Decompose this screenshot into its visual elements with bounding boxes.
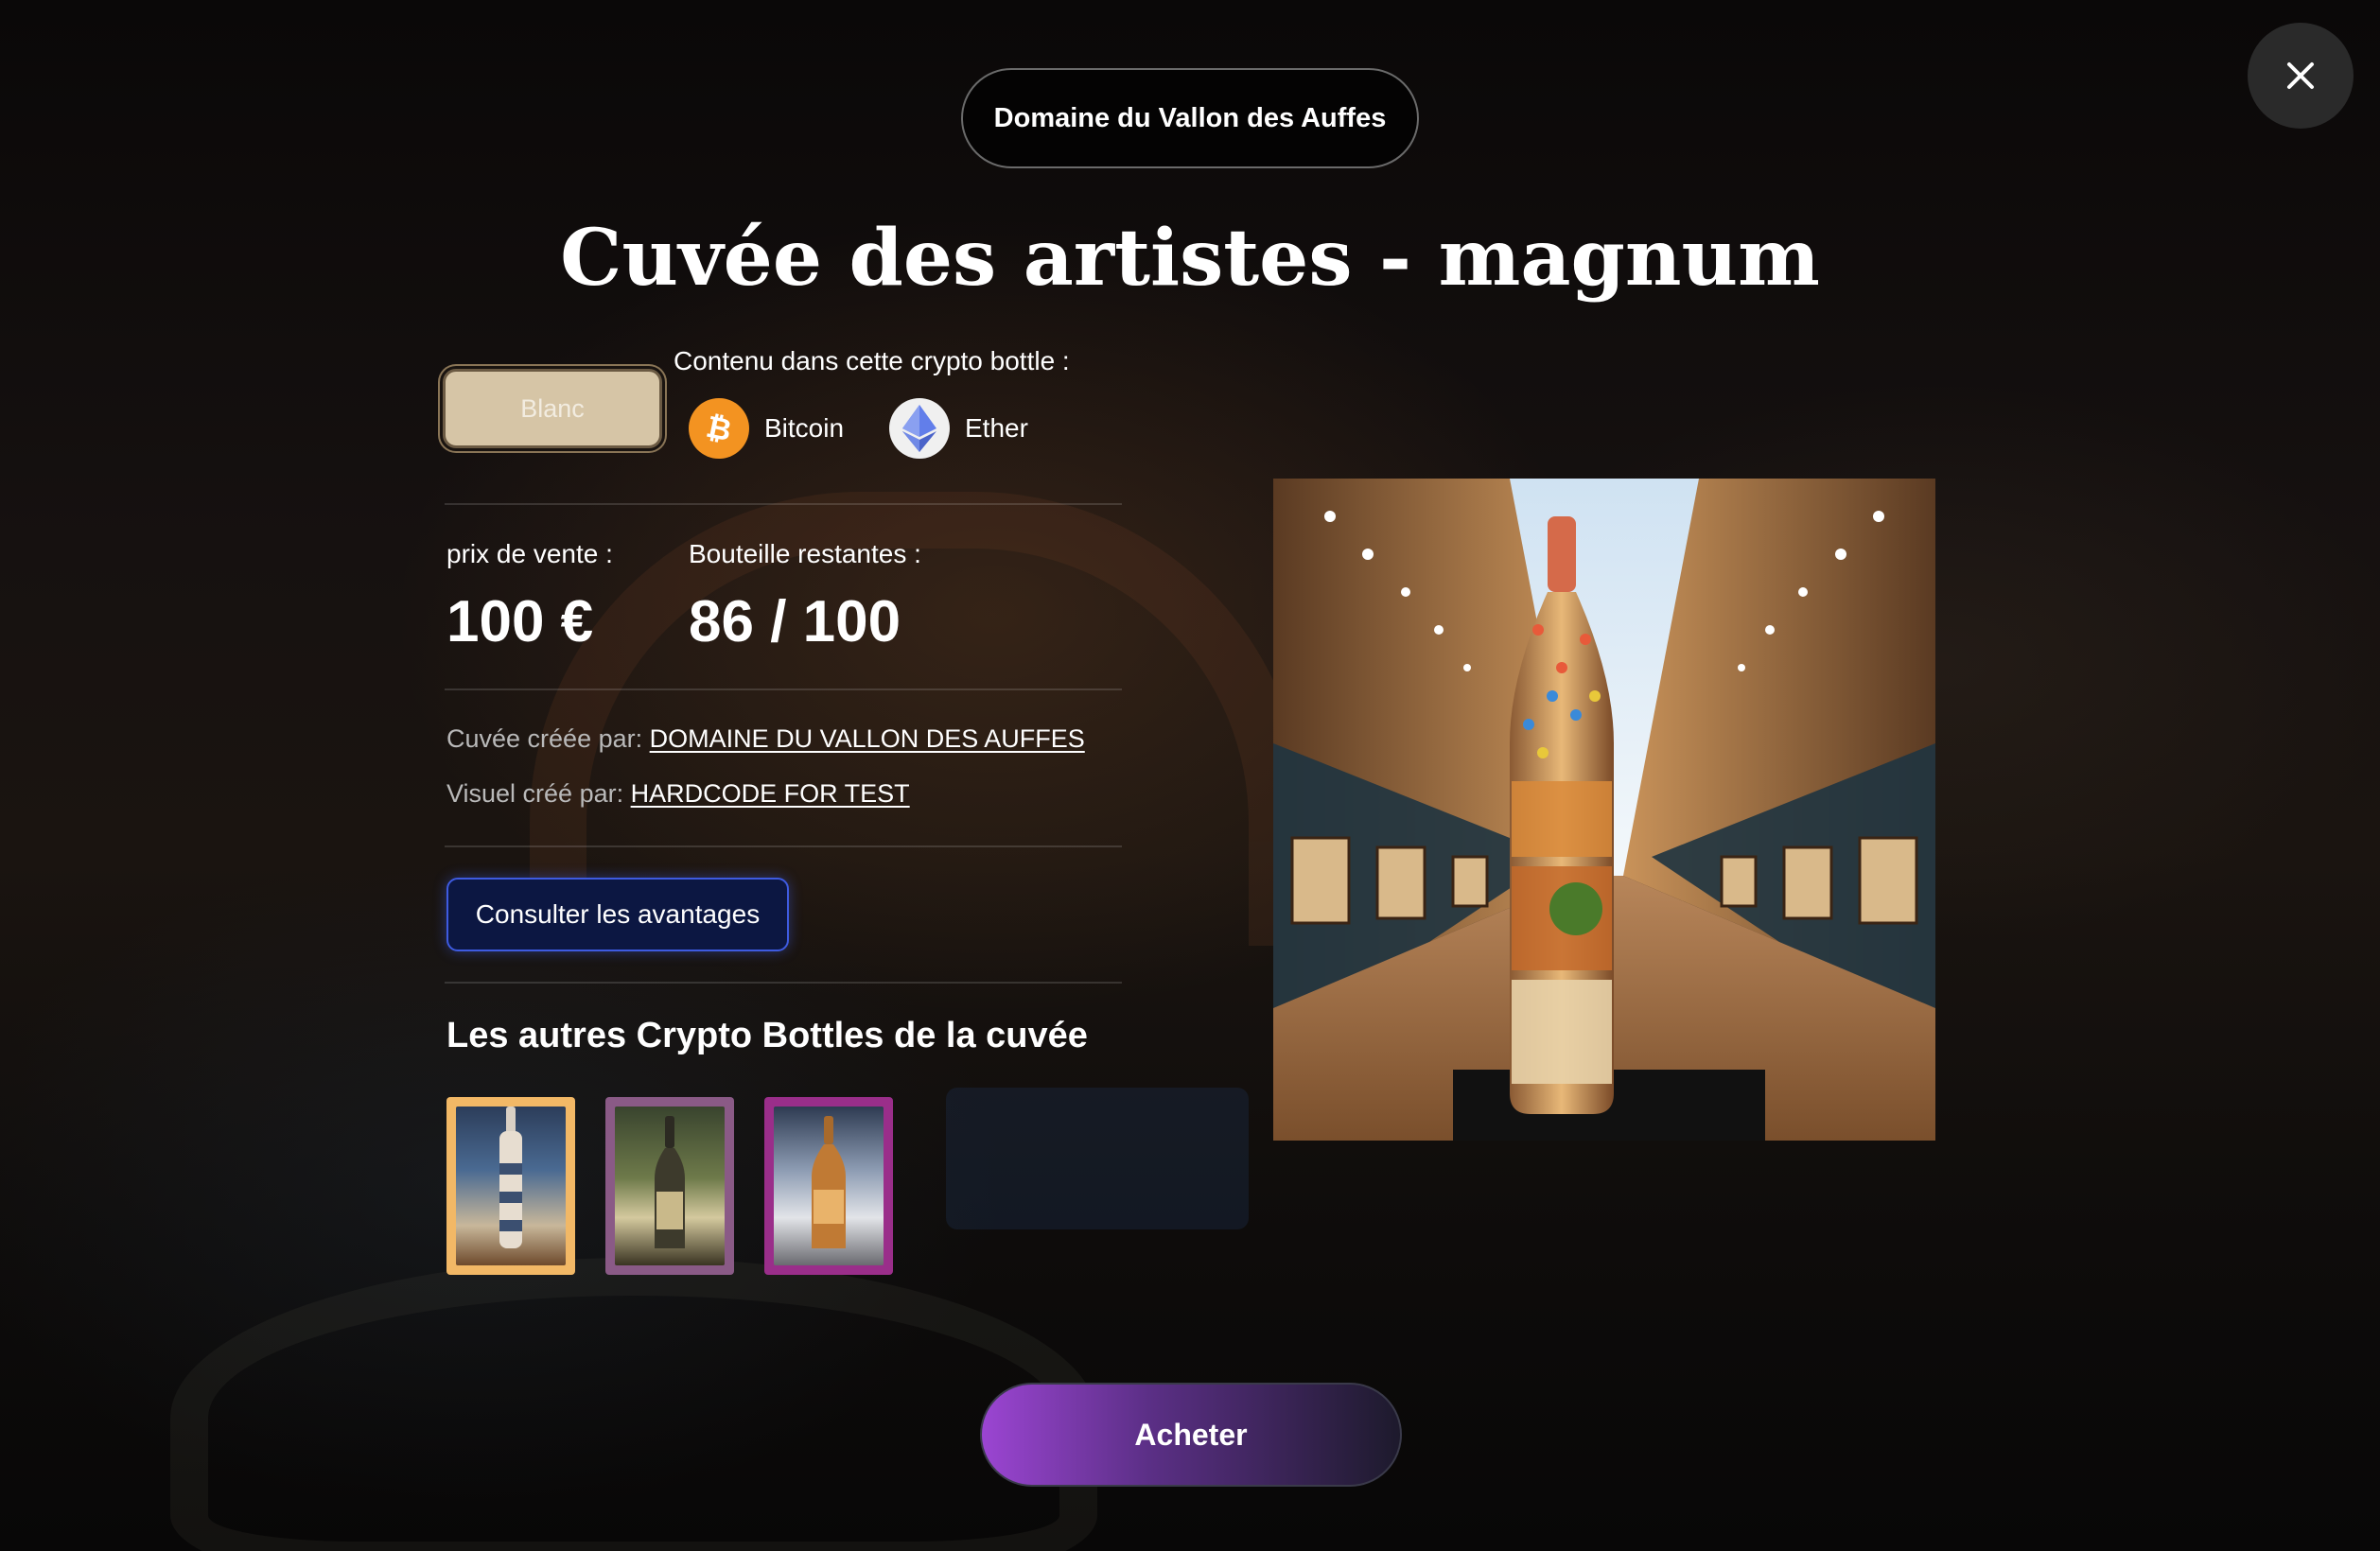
bottle-thumbnail-art	[456, 1107, 566, 1265]
divider	[445, 688, 1122, 690]
background-boat	[946, 1088, 1249, 1229]
bottle-thumbnail-art	[774, 1107, 884, 1265]
crypto-name: Bitcoin	[764, 413, 845, 443]
crypto-contents-label: Contenu dans cette crypto bottle :	[674, 346, 1070, 375]
bottle-image	[1273, 479, 1935, 1141]
bottle-thumbnail-selected[interactable]	[446, 1097, 575, 1275]
ethereum-icon	[889, 398, 950, 459]
page-title: Cuvée des artistes - magnum	[560, 213, 1820, 304]
remaining-value: 86 / 100	[689, 589, 901, 654]
bottle-icon	[812, 1116, 846, 1248]
remaining-label: Bouteille restantes :	[689, 539, 921, 568]
close-icon	[2287, 62, 2314, 89]
crypto-item-bitcoin: ₿ Bitcoin	[689, 397, 844, 460]
modal-overlay: Domaine du Vallon des Auffes Cuvée des a…	[0, 0, 2380, 1551]
bottle-thumbnail[interactable]	[764, 1097, 893, 1275]
variant-label: Blanc	[520, 393, 585, 423]
variant-button-blanc[interactable]: Blanc	[443, 369, 662, 448]
divider	[445, 503, 1122, 505]
bottle-icon	[499, 1107, 522, 1248]
buy-button-label: Acheter	[1134, 1417, 1248, 1452]
price-label: prix de vente :	[446, 539, 613, 568]
crypto-name: Ether	[965, 413, 1028, 443]
producer-label: Domaine du Vallon des Auffes	[993, 102, 1387, 133]
cuvee-credit-prefix: Cuvée créée par:	[446, 724, 643, 753]
bottle-artwork	[1273, 479, 1935, 1141]
visual-credit-prefix: Visuel créé par:	[446, 779, 624, 808]
advantages-button[interactable]: Consulter les avantages	[446, 878, 789, 951]
svg-text:₿: ₿	[703, 410, 734, 446]
advantages-button-label: Consulter les avantages	[475, 899, 761, 929]
cuvee-credit: Cuvée créée par: DOMAINE DU VALLON DES A…	[446, 724, 1085, 754]
background-hull	[170, 1258, 1097, 1551]
cuvee-creator-link[interactable]: DOMAINE DU VALLON DES AUFFES	[650, 724, 1085, 753]
bottle-thumbnail-art	[615, 1107, 725, 1265]
close-button[interactable]	[2248, 23, 2354, 129]
buy-button[interactable]: Acheter	[980, 1383, 1402, 1487]
visual-credit: Visuel créé par: HARDCODE FOR TEST	[446, 779, 910, 809]
bottle-thumbnail[interactable]	[605, 1097, 734, 1275]
divider	[445, 982, 1122, 984]
crypto-item-ether: Ether	[889, 397, 1028, 460]
producer-badge[interactable]: Domaine du Vallon des Auffes	[961, 68, 1419, 168]
other-bottles-title: Les autres Crypto Bottles de la cuvée	[446, 1016, 1088, 1055]
visual-creator-link[interactable]: HARDCODE FOR TEST	[631, 779, 910, 808]
price-value: 100 €	[446, 589, 594, 654]
bitcoin-icon: ₿	[689, 398, 749, 459]
bottle-icon	[655, 1116, 685, 1248]
divider	[445, 845, 1122, 847]
